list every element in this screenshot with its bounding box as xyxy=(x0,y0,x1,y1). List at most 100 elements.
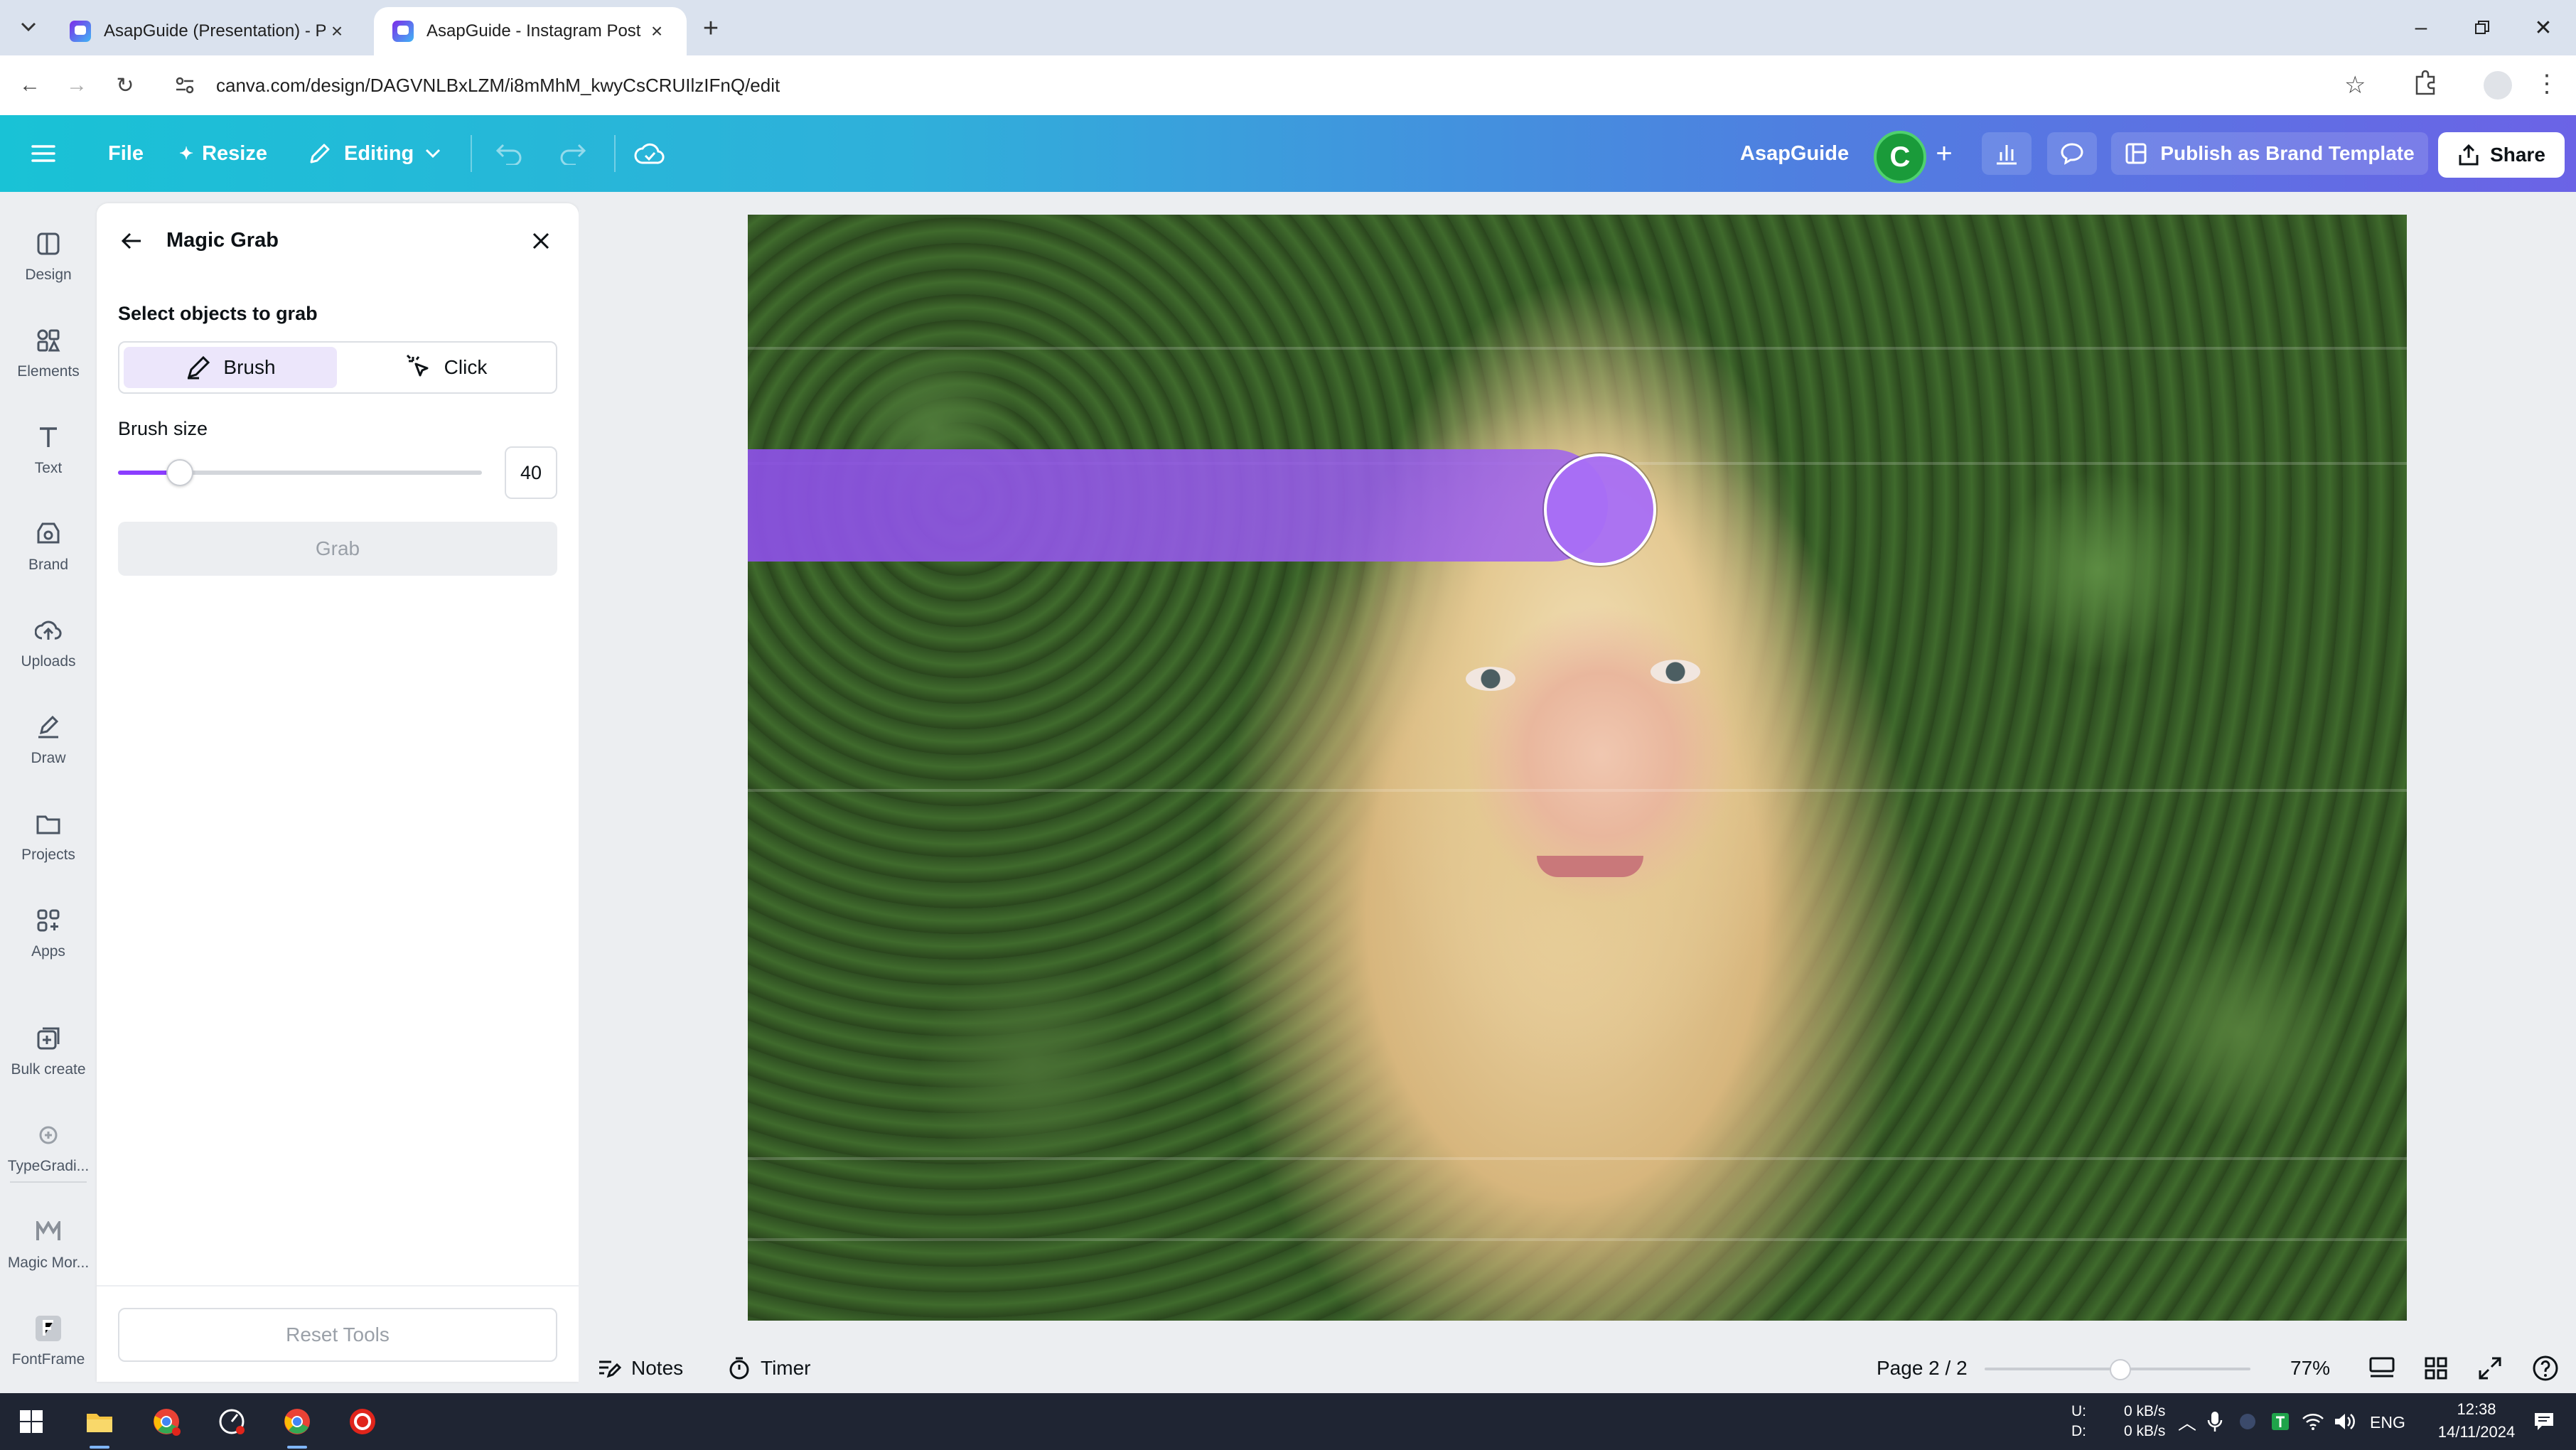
forward-icon[interactable]: → xyxy=(61,70,92,101)
browser-tab[interactable]: AsapGuide (Presentation) - Pre × xyxy=(51,7,367,55)
screen-recorder-icon[interactable] xyxy=(341,1400,384,1443)
close-window-icon[interactable]: ✕ xyxy=(2522,10,2565,45)
comments-icon[interactable] xyxy=(2047,132,2097,175)
browser-menu-icon[interactable]: ⋮ xyxy=(2535,68,2559,100)
minimize-icon[interactable]: – xyxy=(2400,10,2442,45)
brush-mode-button[interactable]: Brush xyxy=(124,347,337,388)
main-menu-icon[interactable] xyxy=(31,115,55,192)
windows-start-icon[interactable] xyxy=(10,1400,53,1443)
timer-button[interactable]: Timer xyxy=(728,1343,811,1393)
design-icon xyxy=(33,228,64,259)
sidebar-item-typegradient[interactable]: TypeGradi... xyxy=(0,1105,97,1190)
browser-toolbar: ← → ↻ canva.com/design/DAGVNLBxLZM/i8mMh… xyxy=(0,55,2576,115)
sidebar-item-label: FontFrame xyxy=(11,1351,85,1368)
help-icon[interactable] xyxy=(2532,1343,2559,1393)
site-info-icon[interactable] xyxy=(171,71,199,100)
tray-expand-icon[interactable]: ︿ xyxy=(2178,1409,2196,1435)
image-slice-line xyxy=(748,347,2407,350)
left-sidebar: Design Elements Text Brand Uploads Draw … xyxy=(0,192,97,1393)
volume-icon[interactable] xyxy=(2329,1400,2360,1443)
sidebar-item-bulk-create[interactable]: Bulk create xyxy=(0,1008,97,1093)
address-bar[interactable]: canva.com/design/DAGVNLBxLZM/i8mMhM_kwyC… xyxy=(165,64,2368,107)
slider-thumb[interactable] xyxy=(166,459,194,486)
brush-size-input[interactable]: 40 xyxy=(505,446,557,499)
brush-mode-label: Brush xyxy=(223,356,276,378)
wifi-icon[interactable] xyxy=(2297,1400,2329,1443)
notes-button[interactable]: Notes xyxy=(597,1343,683,1393)
share-upload-icon xyxy=(2459,144,2479,166)
sidebar-item-label: Magic Mor... xyxy=(7,1255,90,1271)
clock-time[interactable]: 12:38 xyxy=(2434,1400,2519,1419)
file-explorer-icon[interactable] xyxy=(78,1400,121,1449)
team-name[interactable]: AsapGuide xyxy=(1740,115,1849,192)
sidebar-item-elements[interactable]: Elements xyxy=(0,310,97,395)
profile-avatar-icon[interactable] xyxy=(2484,71,2512,100)
publish-brand-template-button[interactable]: Publish as Brand Template xyxy=(2111,132,2428,175)
publish-label: Publish as Brand Template xyxy=(2160,142,2415,164)
reload-icon[interactable]: ↻ xyxy=(109,70,141,101)
sidebar-item-draw[interactable]: Draw xyxy=(0,697,97,782)
net-download-speed: 0 kB/s xyxy=(2124,1423,2166,1439)
sidebar-item-fontframe[interactable]: FontFrame xyxy=(0,1298,97,1383)
browser-tab-active[interactable]: AsapGuide - Instagram Post × xyxy=(374,7,687,55)
magic-grab-brush-stroke xyxy=(748,449,1608,562)
redo-icon[interactable] xyxy=(559,115,587,192)
system-monitor-icon[interactable] xyxy=(210,1400,253,1443)
click-mode-button[interactable]: Click xyxy=(340,347,553,388)
grid-view-icon[interactable] xyxy=(2424,1343,2448,1393)
editing-label: Editing xyxy=(344,141,414,165)
user-avatar[interactable]: C xyxy=(1874,131,1926,183)
cloud-saved-icon[interactable] xyxy=(634,115,665,192)
typegradient-icon xyxy=(33,1119,64,1151)
sidebar-item-uploads[interactable]: Uploads xyxy=(0,600,97,685)
language-indicator[interactable]: ENG xyxy=(2370,1413,2405,1432)
tray-app-icon[interactable] xyxy=(2232,1400,2263,1443)
clock-date[interactable]: 14/11/2024 xyxy=(2428,1423,2525,1441)
chevron-down-icon xyxy=(21,22,36,32)
share-button[interactable]: Share xyxy=(2438,132,2565,178)
sidebar-item-text[interactable]: Text xyxy=(0,407,97,492)
bookmark-star-icon[interactable]: ☆ xyxy=(2344,71,2366,100)
timer-icon xyxy=(729,1357,749,1380)
close-tab-icon[interactable]: × xyxy=(326,20,348,43)
chrome-icon[interactable] xyxy=(145,1400,188,1443)
close-tab-icon[interactable]: × xyxy=(645,20,668,43)
design-photo[interactable] xyxy=(748,215,2407,1321)
reset-tools-button[interactable]: Reset Tools xyxy=(118,1308,557,1362)
tray-green-app-icon[interactable] xyxy=(2265,1400,2296,1443)
back-arrow-icon[interactable] xyxy=(115,225,148,257)
resize-label: Resize xyxy=(202,141,267,165)
file-menu-button[interactable]: File xyxy=(108,115,144,192)
resize-button[interactable]: ✦ Resize xyxy=(179,115,267,192)
sidebar-item-projects[interactable]: Projects xyxy=(0,793,97,879)
tab-title: AsapGuide - Instagram Post xyxy=(426,21,641,41)
sidebar-item-brand[interactable]: Brand xyxy=(0,503,97,589)
sidebar-item-apps[interactable]: Apps xyxy=(0,890,97,975)
chrome-active-icon[interactable] xyxy=(276,1400,318,1449)
restore-icon[interactable] xyxy=(2461,10,2503,45)
grab-button[interactable]: Grab xyxy=(118,522,557,576)
insights-icon[interactable] xyxy=(1982,132,2032,175)
header-divider xyxy=(471,135,472,172)
close-icon[interactable] xyxy=(525,225,557,257)
brush-size-slider[interactable] xyxy=(118,459,482,486)
editor-footer: Notes Timer Page 2 / 2 77% xyxy=(579,1343,2576,1393)
back-icon[interactable]: ← xyxy=(14,70,45,101)
zoom-slider-thumb[interactable] xyxy=(2110,1359,2131,1380)
sparkle-icon: ✦ xyxy=(179,144,194,163)
sidebar-item-magic-morph[interactable]: Magic Mor... xyxy=(0,1201,97,1287)
fullscreen-icon[interactable] xyxy=(2478,1343,2502,1393)
zoom-percentage[interactable]: 77% xyxy=(2290,1343,2330,1393)
page-view-icon[interactable] xyxy=(2368,1343,2395,1393)
sidebar-item-design[interactable]: Design xyxy=(0,213,97,299)
extensions-icon[interactable] xyxy=(2411,70,2442,101)
notifications-icon[interactable] xyxy=(2526,1400,2562,1443)
undo-icon[interactable] xyxy=(495,115,523,192)
new-tab-button[interactable]: + xyxy=(695,13,726,44)
tab-search-button[interactable] xyxy=(13,11,44,43)
microphone-icon[interactable] xyxy=(2199,1400,2231,1443)
editing-mode-button[interactable]: Editing xyxy=(307,115,441,192)
page-indicator[interactable]: Page 2 / 2 xyxy=(1877,1343,1968,1393)
add-collaborator-icon[interactable]: + xyxy=(1926,132,1962,175)
magic-grab-panel: Magic Grab Select objects to grab Brush … xyxy=(97,203,579,1382)
